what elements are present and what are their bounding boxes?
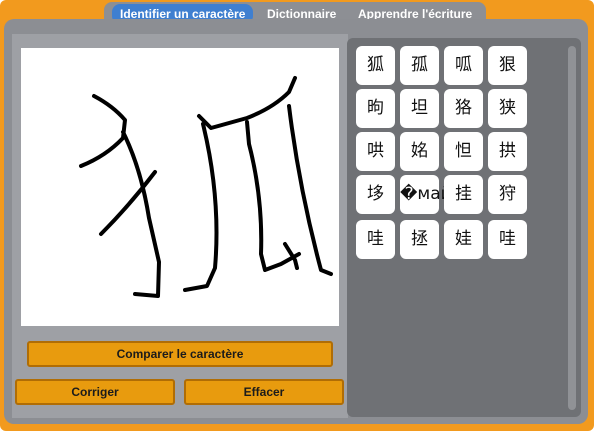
stroke-2 <box>121 130 161 298</box>
candidate-char[interactable]: 哄 <box>356 132 395 171</box>
results-scrollbar[interactable] <box>568 46 576 410</box>
compare-character-button[interactable]: Comparer le caractère <box>27 341 333 367</box>
candidate-char[interactable]: 坦 <box>400 89 439 128</box>
stroke-5 <box>183 122 219 292</box>
candidate-char[interactable]: 狩 <box>488 175 527 214</box>
candidate-char[interactable]: 娃 <box>444 220 483 259</box>
candidate-char[interactable]: 狐 <box>356 46 395 85</box>
candidate-char[interactable]: 昫 <box>356 89 395 128</box>
candidate-char[interactable]: 怛 <box>444 132 483 171</box>
candidate-char[interactable]: 拯 <box>400 220 439 259</box>
candidate-char[interactable]: 挂 <box>444 175 483 214</box>
handwritten-strokes <box>79 76 333 298</box>
candidate-char[interactable]: 哇 <box>488 220 527 259</box>
candidate-char[interactable]: 孤 <box>400 46 439 85</box>
candidate-char[interactable]: 狭 <box>488 89 527 128</box>
candidate-char[interactable]: 垑 <box>356 175 395 214</box>
candidate-char[interactable]: �майн <box>400 175 463 214</box>
stroke-1 <box>79 94 127 168</box>
candidate-char[interactable]: 哇 <box>356 220 395 259</box>
correct-button[interactable]: Corriger <box>15 379 175 405</box>
clear-button[interactable]: Effacer <box>184 379 344 405</box>
candidate-char[interactable]: 呱 <box>444 46 483 85</box>
stroke-6 <box>245 120 301 272</box>
candidate-char[interactable]: 狠 <box>488 46 527 85</box>
candidate-char[interactable]: 拱 <box>488 132 527 171</box>
stroke-7 <box>287 104 333 276</box>
candidate-char[interactable]: 狢 <box>444 89 483 128</box>
drawing-canvas[interactable] <box>21 48 339 326</box>
candidate-char[interactable]: 姳 <box>400 132 439 171</box>
